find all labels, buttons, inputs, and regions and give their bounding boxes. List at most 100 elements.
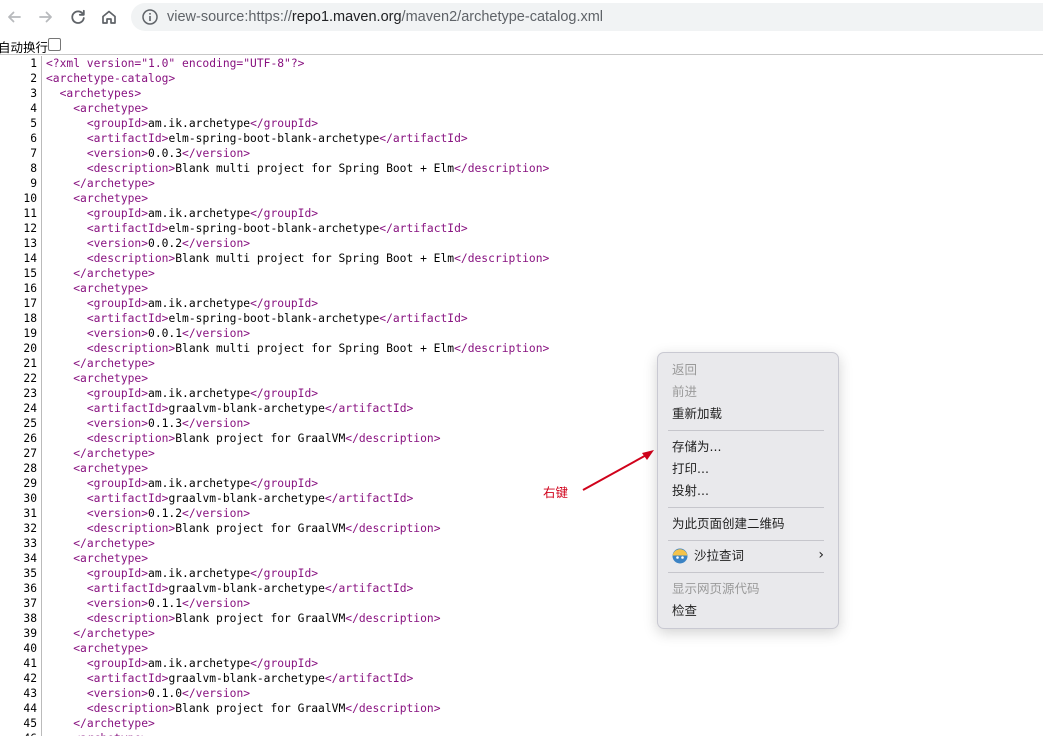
line-number: 3: [30, 87, 37, 100]
source-line: 1 <?xml version="1.0" encoding="UTF-8"?>: [0, 56, 1043, 71]
annotation-label: 右键: [543, 485, 569, 500]
xml-tag: <artifactId>: [86, 132, 169, 145]
menu-item-print[interactable]: 打印...: [672, 459, 709, 479]
line-number: 41: [23, 657, 37, 670]
line-number: 10: [23, 192, 37, 205]
forward-icon[interactable]: [34, 5, 58, 29]
xml-text: [46, 162, 87, 175]
menu-item-cast[interactable]: 投射...: [672, 481, 709, 501]
line-number: 25: [23, 417, 37, 430]
line-number: 8: [30, 162, 37, 175]
source-line: 8 <description>Blank multi project for S…: [0, 161, 1043, 176]
url-text[interactable]: view-source:https://repo1.maven.org/mave…: [167, 9, 603, 25]
line-number: 29: [23, 477, 37, 490]
line-number: 6: [30, 132, 37, 145]
xml-text: graalvm-blank-archetype: [168, 402, 325, 415]
xml-text: [46, 192, 73, 205]
menu-item-save-as[interactable]: 存储为...: [672, 437, 721, 457]
xml-text: Blank multi project for Spring Boot + El…: [175, 342, 455, 355]
xml-tag: <groupId>: [86, 117, 149, 130]
menu-item-back: 返回: [672, 362, 698, 377]
xml-text: [46, 147, 87, 160]
xml-text: am.ik.archetype: [148, 297, 251, 310]
source-line: 25 <version>0.1.3</version>: [0, 416, 1043, 431]
xml-text: [46, 597, 87, 610]
source-line: 32 <description>Blank project for GraalV…: [0, 521, 1043, 536]
source-line: 18 <artifactId>elm-spring-boot-blank-arc…: [0, 311, 1043, 326]
line-code: <archetype>: [46, 641, 148, 656]
line-code: <artifactId>elm-spring-boot-blank-archet…: [46, 311, 468, 326]
xml-tag: <archetype>: [73, 192, 149, 205]
line-code: <?xml version="1.0" encoding="UTF-8"?>: [46, 56, 304, 71]
xml-text: [46, 582, 87, 595]
source-line: 19 <version>0.0.1</version>: [0, 326, 1043, 341]
source-line: 16 <archetype>: [0, 281, 1043, 296]
xml-text: [46, 372, 73, 385]
line-code: <groupId>am.ik.archetype</groupId>: [46, 116, 318, 131]
line-code: <archetype>: [46, 101, 148, 116]
site-info-icon[interactable]: [141, 8, 159, 26]
line-number: 39: [23, 627, 37, 640]
line-code: <description>Blank project for GraalVM</…: [46, 611, 441, 626]
xml-tag: <version>: [86, 687, 149, 700]
line-code: <archetype>: [46, 551, 148, 566]
menu-item-reload[interactable]: 重新加载: [672, 404, 722, 424]
line-number: 26: [23, 432, 37, 445]
line-code: <archetype-catalog>: [46, 71, 175, 86]
url-scheme: view-source:https://: [167, 9, 292, 25]
source-line: 12 <artifactId>elm-spring-boot-blank-arc…: [0, 221, 1043, 236]
line-number: 31: [23, 507, 37, 520]
line-wrap-bar: 自动换行: [0, 34, 1043, 55]
submenu-chevron-icon: ›: [818, 547, 824, 563]
menu-separator: [668, 507, 824, 508]
xml-tag: </artifactId>: [324, 672, 414, 685]
xml-text: elm-spring-boot-blank-archetype: [168, 312, 380, 325]
xml-text: [46, 732, 73, 736]
xml-text: [46, 87, 60, 100]
line-number: 12: [23, 222, 37, 235]
xml-text: 0.0.2: [148, 237, 183, 250]
xml-text: Blank multi project for Spring Boot + El…: [175, 252, 455, 265]
xml-text: [46, 657, 87, 670]
xml-text: Blank project for GraalVM: [175, 432, 346, 445]
line-code: <archetype>: [46, 731, 148, 736]
xml-text: [46, 282, 73, 295]
back-icon[interactable]: [2, 5, 26, 29]
source-line: 46 <archetype>: [0, 731, 1043, 736]
source-line: 5 <groupId>am.ik.archetype</groupId>: [0, 116, 1043, 131]
source-view: 1 <?xml version="1.0" encoding="UTF-8"?> 2…: [0, 56, 1043, 736]
xml-text: Blank multi project for Spring Boot + El…: [175, 162, 455, 175]
home-icon[interactable]: [97, 5, 121, 29]
xml-text: [46, 642, 73, 655]
source-line: 31 <version>0.1.2</version>: [0, 506, 1043, 521]
source-line: 43 <version>0.1.0</version>: [0, 686, 1043, 701]
xml-tag: <version>: [86, 327, 149, 340]
xml-text: graalvm-blank-archetype: [168, 492, 325, 505]
xml-text: [46, 207, 87, 220]
source-line: 28 <archetype>: [0, 461, 1043, 476]
reload-icon[interactable]: [66, 5, 90, 29]
line-code: <description>Blank multi project for Spr…: [46, 341, 550, 356]
menu-item-inspect[interactable]: 检查: [672, 601, 697, 621]
source-line: 23 <groupId>am.ik.archetype</groupId>: [0, 386, 1043, 401]
xml-tag: <groupId>: [86, 297, 149, 310]
source-line: 44 <description>Blank project for GraalV…: [0, 701, 1043, 716]
line-number: 44: [23, 702, 37, 715]
source-line: 37 <version>0.1.1</version>: [0, 596, 1043, 611]
xml-tag: </version>: [182, 687, 251, 700]
xml-tag: </archetype>: [73, 177, 155, 190]
line-number: 22: [23, 372, 37, 385]
xml-text: [46, 507, 87, 520]
source-line: 9 </archetype>: [0, 176, 1043, 191]
line-code: <description>Blank multi project for Spr…: [46, 161, 550, 176]
menu-item-shala-lookup[interactable]: 沙拉查词: [694, 546, 744, 566]
line-wrap-checkbox[interactable]: [48, 38, 61, 51]
line-number: 20: [23, 342, 37, 355]
line-number: 11: [23, 207, 37, 220]
xml-tag: </version>: [182, 597, 251, 610]
menu-item-create-qr-code[interactable]: 为此页面创建二维码: [672, 514, 785, 534]
xml-tag: <archetypes>: [59, 87, 142, 100]
line-code: <archetype>: [46, 191, 148, 206]
xml-tag: </version>: [182, 417, 251, 430]
address-bar[interactable]: view-source:https://repo1.maven.org/mave…: [131, 3, 1043, 31]
